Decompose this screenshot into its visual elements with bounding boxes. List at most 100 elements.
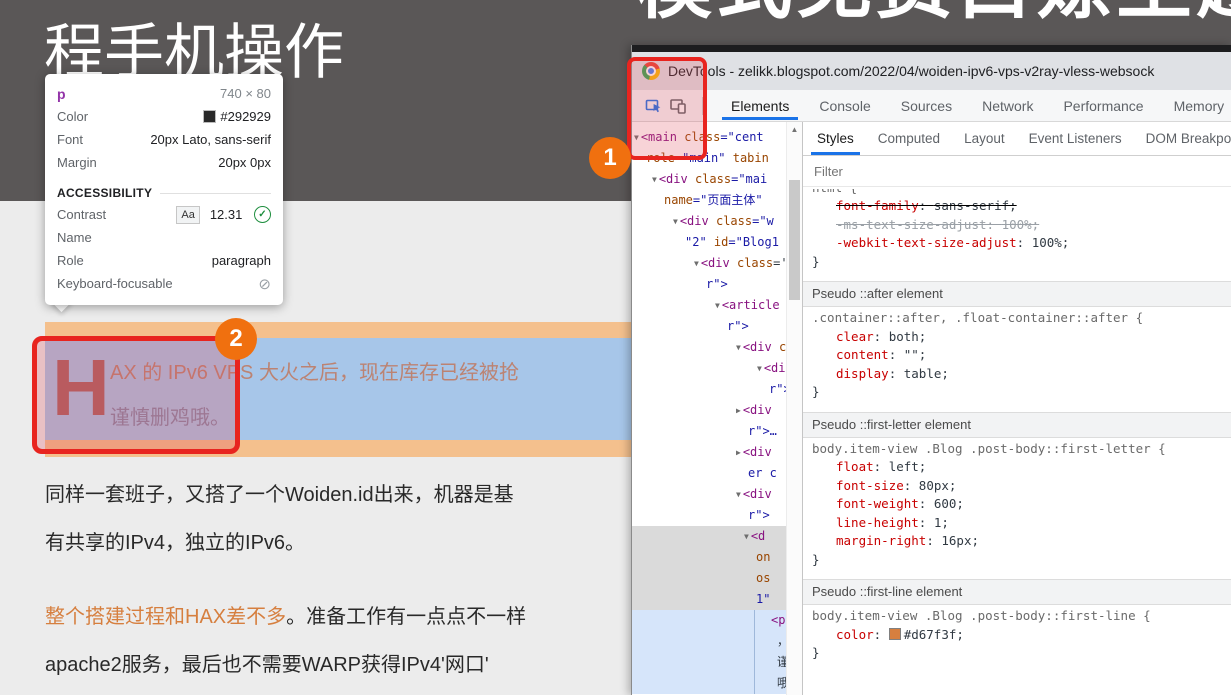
scrollbar-thumb[interactable] [789,180,800,300]
devtools-tab-memory[interactable]: Memory [1174,98,1225,114]
dom-tree-node[interactable]: er c [632,463,786,484]
expanded-arrow-icon[interactable]: ▼ [744,532,749,541]
dom-tree-node[interactable]: ▼<article c [632,295,786,316]
tooltip-tag-name: p [57,86,66,102]
sidebar-tab-event-listeners[interactable]: Event Listeners [1029,131,1122,146]
styles-filter-input[interactable]: Filter [803,156,1231,187]
tooltip-margin-value: 20px 0px [218,155,271,170]
styles-section-header: Pseudo ::after element [803,281,1231,307]
styles-section-header: Pseudo ::first-letter element [803,412,1231,438]
devtools-tab-sources[interactable]: Sources [901,98,952,114]
css-declaration[interactable]: margin-right: 16px; [812,532,1231,551]
paragraph-2-line2: 有共享的IPv4，独立的IPv6。 [45,519,631,567]
sidebar-tab-layout[interactable]: Layout [964,131,1005,146]
color-swatch-icon[interactable] [889,628,901,640]
dom-tree-node[interactable]: 哦 [632,673,786,694]
dom-tree-node[interactable]: 1" [632,589,786,610]
expanded-arrow-icon[interactable]: ▼ [694,259,699,268]
devtools-tab-network[interactable]: Network [982,98,1033,114]
dom-tree-node[interactable]: ▼<div class="mai [632,169,786,190]
tooltip-font-value: 20px Lato, sans-serif [150,132,271,147]
annotation-badge-1: 1 [589,137,631,179]
tooltip-color-label: Color [57,109,88,124]
devtools-tab-bar: Elements Console Sources Network Performance… [731,90,1224,121]
css-declaration[interactable]: color: #d67f3f; [812,626,1231,645]
dom-tree-node[interactable]: 谨 [632,652,786,673]
css-rule[interactable]: body.item-view .Blog .post-body::first-l… [803,438,1231,580]
dom-tree-node[interactable]: os [632,568,786,589]
sidebar-tab-styles[interactable]: Styles [817,131,854,146]
css-rule[interactable]: .container::after, .float-container::aft… [803,307,1231,412]
paragraph-2-line1: 同样一套班子，又搭了一个Woiden.id出来，机器是基 [45,471,631,519]
dom-tree-node[interactable]: r">… [632,421,786,442]
color-swatch-icon [203,110,216,123]
blog-top-heading-clipped: 模式免费白嫖主题 [636,0,1231,26]
css-declaration[interactable]: display: table; [812,365,1231,384]
dom-tree-node[interactable]: ▼<d [632,526,786,547]
dom-tree-node[interactable]: on [632,547,786,568]
expanded-arrow-icon[interactable]: ▼ [715,301,720,310]
dom-tree-node[interactable]: "2" id="Blog1 [632,232,786,253]
collapsed-arrow-icon[interactable]: ▶ [736,406,741,415]
expanded-arrow-icon[interactable]: ▼ [652,175,657,184]
dom-tree-node[interactable]: r"> [632,274,786,295]
css-selector[interactable]: body.item-view .Blog .post-body::first-l… [812,440,1231,459]
css-declaration[interactable]: -webkit-text-size-adjust: 100%; [812,234,1231,253]
css-declaration[interactable]: clear: both; [812,328,1231,347]
sidebar-tab-computed[interactable]: Computed [878,131,940,146]
devtools-titlebar[interactable]: DevTools - zelikk.blogspot.com/2022/04/w… [632,52,1231,90]
dom-tree-node[interactable]: ， [632,631,786,652]
dom-tree-node[interactable]: <p [632,610,786,631]
dom-tree-node[interactable]: ▼<div cla [632,337,786,358]
paragraph-2: 同样一套班子，又搭了一个Woiden.id出来，机器是基 有共享的IPv4，独立… [45,471,631,567]
dom-tree-node[interactable]: ▼<div class="w [632,211,786,232]
styles-section-header: Pseudo ::first-line element [803,579,1231,605]
css-declaration[interactable]: line-height: 1; [812,514,1231,533]
dom-tree-node[interactable]: ▶<div [632,442,786,463]
contrast-value: 12.31 [210,207,243,222]
tooltip-font-label: Font [57,132,83,147]
css-selector[interactable]: .container::after, .float-container::aft… [812,309,1231,328]
scroll-up-icon[interactable]: ▲ [787,125,802,134]
dom-tree-node[interactable]: ▼<div c [632,358,786,379]
blog-top-heading-text: 模式免费白嫖主题 [636,0,1231,26]
css-declaration[interactable]: font-weight: 600; [812,495,1231,514]
not-focusable-icon: ⊘ [258,275,271,293]
css-rule[interactable]: body.item-view .Blog .post-body::first-l… [803,605,1231,673]
collapsed-arrow-icon[interactable]: ▶ [736,448,741,457]
devtools-tab-console[interactable]: Console [819,98,870,114]
expanded-arrow-icon[interactable]: ▼ [757,364,762,373]
dom-tree-node[interactable]: ▶<div [632,400,786,421]
css-declaration[interactable]: -ms-text-size-adjust: 100%; [812,216,1231,235]
devtools-tab-performance[interactable]: Performance [1063,98,1143,114]
keyboard-focusable-label: Keyboard-focusable [57,276,173,291]
css-declaration[interactable]: content: ""; [812,346,1231,365]
devtools-tab-elements[interactable]: Elements [731,98,789,114]
css-rule[interactable]: html {font-family: sans-serif;-ms-text-s… [803,187,1231,281]
dom-tree-node[interactable]: ▼<div [632,484,786,505]
styles-pane: html {font-family: sans-serif;-ms-text-s… [803,187,1231,695]
elements-scrollbar[interactable]: ▲ [786,122,802,695]
contrast-pass-icon: ✓ [254,206,271,223]
paragraph-3: 整个搭建过程和HAX差不多。准备工作有一点点不一样 apache2服务，最后也不… [45,593,631,689]
expanded-arrow-icon[interactable]: ▼ [736,490,741,499]
css-declaration[interactable]: font-size: 80px; [812,477,1231,496]
expanded-arrow-icon[interactable]: ▼ [673,217,678,226]
css-selector[interactable]: body.item-view .Blog .post-body::first-l… [812,607,1231,626]
devtools-main: ▼<main class="centrole="main" tabin▼<div… [632,122,1231,695]
dom-tree-node[interactable]: r"> [632,505,786,526]
hax-link[interactable]: 整个搭建过程和HAX差不多 [45,606,286,628]
sidebar-tab-dom-breakpoints[interactable]: DOM Breakpoints [1146,131,1231,146]
dom-tree-node[interactable]: r"> [632,316,786,337]
css-selector[interactable]: html { [812,189,1231,197]
dom-tree-node[interactable]: ▼<div class=' [632,253,786,274]
dom-tree-node[interactable]: r"> [632,379,786,400]
css-declaration[interactable]: font-family: sans-serif; [812,197,1231,216]
css-declaration[interactable]: float: left; [812,458,1231,477]
contrast-label: Contrast [57,207,106,222]
role-value: paragraph [212,253,271,268]
expanded-arrow-icon[interactable]: ▼ [736,343,741,352]
devtools-window: DevTools - zelikk.blogspot.com/2022/04/w… [631,45,1231,695]
role-label: Role [57,253,84,268]
dom-tree-node[interactable]: name="页面主体" [632,190,786,211]
